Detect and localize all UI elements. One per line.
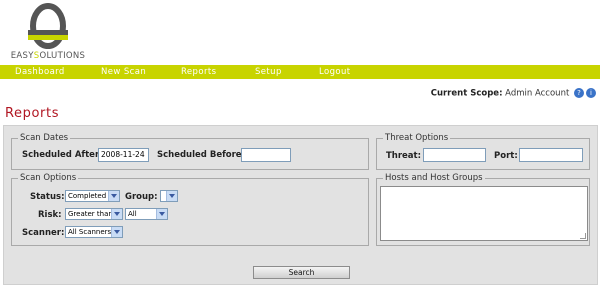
hosts-textarea[interactable] — [380, 186, 588, 241]
status-label: Status: — [30, 192, 65, 202]
current-scope: Current Scope: Admin Account ? i — [431, 88, 596, 99]
chevron-down-icon — [156, 209, 167, 219]
nav-setup[interactable]: Setup — [255, 65, 282, 79]
scope-label: Current Scope: — [430, 88, 503, 99]
status-select[interactable]: Completed — [65, 190, 120, 202]
nav-logout[interactable]: Logout — [319, 65, 351, 79]
chevron-down-icon — [166, 191, 177, 201]
nav-reports[interactable]: Reports — [181, 65, 216, 79]
threat-input[interactable] — [423, 148, 486, 162]
status-select-value: Completed — [68, 192, 107, 200]
info-icon[interactable]: i — [586, 88, 596, 98]
nav-new-scan[interactable]: New Scan — [101, 65, 146, 79]
main-nav: Dashboard New Scan Reports Setup Logout — [0, 65, 600, 79]
help-icon[interactable]: ? — [574, 88, 584, 98]
risk-level-select[interactable]: All — [125, 208, 168, 220]
risk-operator-select[interactable]: Greater than — [65, 208, 123, 220]
brand-name: EASYSOLUTIONS — [10, 51, 86, 61]
port-input[interactable] — [519, 148, 583, 162]
scope-value: Admin Account — [505, 88, 570, 99]
nav-dashboard[interactable]: Dashboard — [15, 65, 65, 79]
group-select[interactable] — [160, 190, 178, 202]
group-label: Group: — [125, 192, 158, 202]
brand-logo: EASYSOLUTIONS — [6, 2, 90, 62]
risk-operator-value: Greater than — [68, 210, 113, 218]
port-label: Port: — [494, 151, 518, 161]
logo-ring-icon — [28, 3, 68, 49]
chevron-down-icon — [108, 191, 119, 201]
scanner-select-value: All Scanners — [68, 228, 112, 236]
risk-level-value: All — [128, 210, 137, 218]
hosts-legend: Hosts and Host Groups — [385, 173, 483, 183]
scanner-select[interactable]: All Scanners — [65, 226, 123, 238]
search-button[interactable]: Search — [253, 266, 350, 279]
resize-grip-icon[interactable] — [580, 233, 586, 239]
scanner-label: Scanner: — [22, 228, 65, 238]
scan-options-legend: Scan Options — [20, 173, 77, 183]
scheduled-before-label: Scheduled Before: — [157, 150, 245, 160]
scan-dates-legend: Scan Dates — [20, 133, 69, 143]
threat-options-legend: Threat Options — [385, 133, 449, 143]
threat-label: Threat: — [386, 151, 422, 161]
risk-label: Risk: — [38, 210, 62, 220]
chevron-down-icon — [111, 209, 122, 219]
chevron-down-icon — [111, 227, 122, 237]
scheduled-after-input[interactable]: 2008-11-24 — [98, 148, 149, 162]
scheduled-before-input[interactable] — [241, 148, 291, 162]
scheduled-after-label: Scheduled After: — [22, 150, 103, 160]
page-title: Reports — [5, 106, 60, 121]
